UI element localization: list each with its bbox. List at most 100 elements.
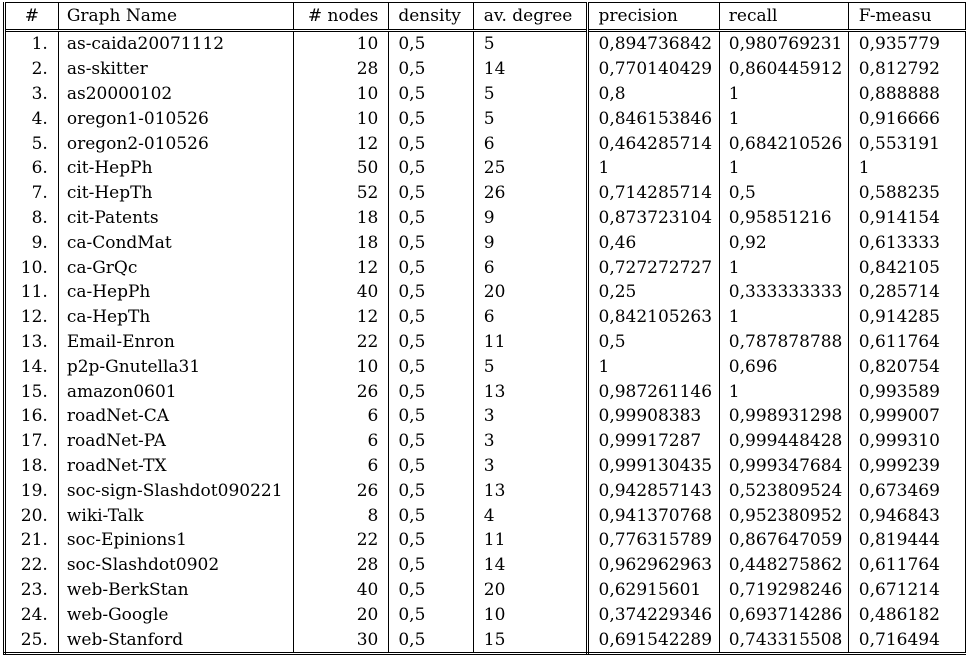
row-index: 21. bbox=[3, 527, 59, 553]
recall-cell: 0,980769231 bbox=[718, 28, 849, 57]
avg-degree-cell: 3 bbox=[472, 453, 589, 479]
f-measure-cell: 0,916666 bbox=[847, 106, 966, 132]
recall-cell: 1 bbox=[718, 304, 849, 330]
nodes-cell: 6 bbox=[293, 453, 390, 479]
table-row: 15. amazon0601 26 0,5 13 0,987261146 1 0,993589 bbox=[3, 379, 966, 404]
avg-degree-cell: 11 bbox=[472, 527, 589, 553]
density-cell: 0,5 bbox=[388, 81, 474, 107]
avg-degree-cell: 5 bbox=[472, 354, 589, 380]
header-avg-degree: av. degree bbox=[472, 2, 589, 31]
graph-name-cell: soc-sign-Slashdot090221 bbox=[57, 478, 295, 504]
recall-cell: 1 bbox=[718, 379, 849, 404]
precision-cell: 0,873723104 bbox=[586, 205, 720, 231]
nodes-cell: 50 bbox=[293, 155, 390, 181]
f-measure-cell: 0,716494 bbox=[847, 627, 966, 655]
precision-cell: 0,942857143 bbox=[586, 478, 720, 504]
f-measure-cell: 0,999007 bbox=[847, 403, 966, 429]
table-row: 11. ca-HepPh 40 0,5 20 0,25 0,333333333 0,28571… bbox=[3, 279, 966, 305]
density-cell: 0,5 bbox=[388, 354, 474, 380]
graph-name-cell: soc-Slashdot0902 bbox=[57, 552, 295, 578]
recall-cell: 1 bbox=[718, 106, 849, 132]
nodes-cell: 26 bbox=[293, 478, 390, 504]
density-cell: 0,5 bbox=[388, 106, 474, 132]
table-row: 17. roadNet-PA 6 0,5 3 0,99917287 0,999448428 0… bbox=[3, 428, 966, 454]
precision-cell: 0,5 bbox=[586, 329, 720, 355]
f-measure-cell: 0,486182 bbox=[847, 602, 966, 628]
nodes-cell: 10 bbox=[293, 354, 390, 380]
density-cell: 0,5 bbox=[388, 279, 474, 305]
avg-degree-cell: 5 bbox=[472, 81, 589, 107]
f-measure-cell: 0,999310 bbox=[847, 428, 966, 454]
nodes-cell: 10 bbox=[293, 81, 390, 107]
table-row: 9. ca-CondMat 18 0,5 9 0,46 0,92 0,613333 bbox=[3, 230, 966, 256]
f-measure-cell: 0,888888 bbox=[847, 81, 966, 107]
graph-name-cell: p2p-Gnutella31 bbox=[57, 354, 295, 380]
f-measure-cell: 0,946843 bbox=[847, 503, 966, 528]
graph-name-cell: wiki-Talk bbox=[57, 503, 295, 528]
precision-cell: 0,46 bbox=[586, 230, 720, 256]
density-cell: 0,5 bbox=[388, 379, 474, 404]
nodes-cell: 28 bbox=[293, 552, 390, 578]
density-cell: 0,5 bbox=[388, 627, 474, 655]
density-cell: 0,5 bbox=[388, 205, 474, 231]
density-cell: 0,5 bbox=[388, 56, 474, 82]
recall-cell: 0,719298246 bbox=[718, 577, 849, 603]
recall-cell: 0,684210526 bbox=[718, 131, 849, 156]
graph-name-cell: cit-HepPh bbox=[57, 155, 295, 181]
graph-name-cell: as-skitter bbox=[57, 56, 295, 82]
precision-cell: 0,987261146 bbox=[586, 379, 720, 404]
f-measure-cell: 0,588235 bbox=[847, 180, 966, 206]
density-cell: 0,5 bbox=[388, 403, 474, 429]
table-row: 21. soc-Epinions1 22 0,5 11 0,776315789 0,8676… bbox=[3, 527, 966, 553]
table-row: 24. web-Google 20 0,5 10 0,374229346 0,6937142… bbox=[3, 602, 966, 628]
row-index: 25. bbox=[3, 627, 59, 655]
table-body: 1. as-caida20071112 10 0,5 5 0,894736842 0,980… bbox=[3, 28, 966, 655]
table-row: 18. roadNet-TX 6 0,5 3 0,999130435 0,999347684… bbox=[3, 453, 966, 479]
density-cell: 0,5 bbox=[388, 28, 474, 57]
precision-cell: 0,776315789 bbox=[586, 527, 720, 553]
table-row: 12. ca-HepTh 12 0,5 6 0,842105263 1 0,914285 bbox=[3, 304, 966, 330]
recall-cell: 0,999347684 bbox=[718, 453, 849, 479]
nodes-cell: 30 bbox=[293, 627, 390, 655]
precision-cell: 0,464285714 bbox=[586, 131, 720, 156]
graph-name-cell: as20000102 bbox=[57, 81, 295, 107]
precision-cell: 0,842105263 bbox=[586, 304, 720, 330]
header-row: # Graph Name # nodes density av. degree … bbox=[3, 2, 966, 31]
avg-degree-cell: 11 bbox=[472, 329, 589, 355]
f-measure-cell: 0,671214 bbox=[847, 577, 966, 603]
f-measure-cell: 0,935779 bbox=[847, 28, 966, 57]
table-row: 16. roadNet-CA 6 0,5 3 0,99908383 0,998931298 0… bbox=[3, 403, 966, 429]
precision-cell: 0,99908383 bbox=[586, 403, 720, 429]
graph-name-cell: amazon0601 bbox=[57, 379, 295, 404]
f-measure-cell: 0,999239 bbox=[847, 453, 966, 479]
nodes-cell: 10 bbox=[293, 106, 390, 132]
row-index: 13. bbox=[3, 329, 59, 355]
f-measure-cell: 0,611764 bbox=[847, 552, 966, 578]
table-row: 22. soc-Slashdot0902 28 0,5 14 0,962962963 0,4… bbox=[3, 552, 966, 578]
recall-cell: 0,867647059 bbox=[718, 527, 849, 553]
density-cell: 0,5 bbox=[388, 478, 474, 504]
density-cell: 0,5 bbox=[388, 131, 474, 156]
nodes-cell: 10 bbox=[293, 28, 390, 57]
table-row: 19. soc-sign-Slashdot090221 26 0,5 13 0,94285… bbox=[3, 478, 966, 504]
f-measure-cell: 0,673469 bbox=[847, 478, 966, 504]
recall-cell: 0,95851216 bbox=[718, 205, 849, 231]
graph-name-cell: ca-HepPh bbox=[57, 279, 295, 305]
row-index: 1. bbox=[3, 28, 59, 57]
graph-name-cell: ca-GrQc bbox=[57, 255, 295, 280]
nodes-cell: 22 bbox=[293, 329, 390, 355]
recall-cell: 0,523809524 bbox=[718, 478, 849, 504]
row-index: 5. bbox=[3, 131, 59, 156]
recall-cell: 0,787878788 bbox=[718, 329, 849, 355]
avg-degree-cell: 3 bbox=[472, 428, 589, 454]
table-row: 25. web-Stanford 30 0,5 15 0,691542289 0,74331… bbox=[3, 627, 966, 655]
avg-degree-cell: 25 bbox=[472, 155, 589, 181]
precision-cell: 1 bbox=[586, 155, 720, 181]
row-index: 17. bbox=[3, 428, 59, 454]
f-measure-cell: 0,993589 bbox=[847, 379, 966, 404]
recall-cell: 0,860445912 bbox=[718, 56, 849, 82]
header-graph-name: Graph Name bbox=[57, 2, 295, 31]
density-cell: 0,5 bbox=[388, 577, 474, 603]
f-measure-cell: 0,914154 bbox=[847, 205, 966, 231]
precision-cell: 0,727272727 bbox=[586, 255, 720, 280]
